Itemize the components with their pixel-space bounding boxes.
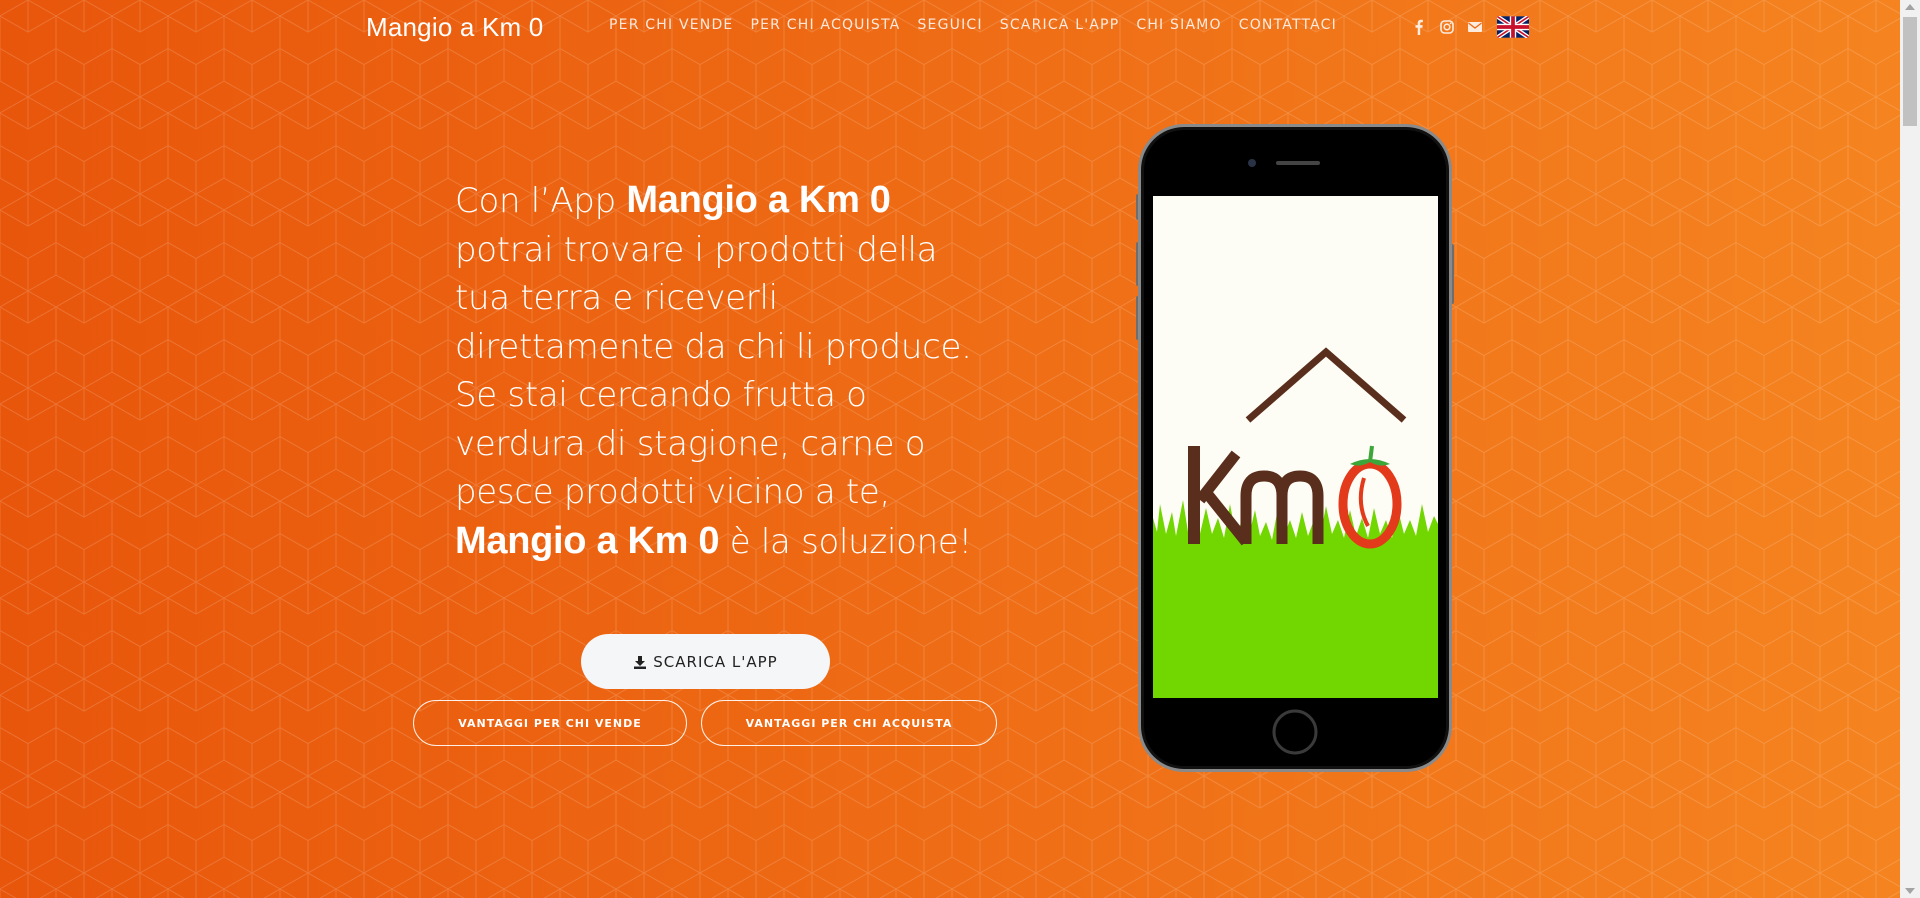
download-app-label: SCARICA L'APP <box>653 652 778 671</box>
scroll-down-arrow-icon[interactable] <box>1905 888 1915 894</box>
brand-link[interactable]: Mangio a Km 0 <box>366 12 543 43</box>
download-app-button[interactable]: SCARICA L'APP <box>581 634 830 689</box>
hero-description: Con l’App Mangio a Km 0 potrai trovare i… <box>455 176 975 566</box>
hero-intro: Con l’App <box>455 181 627 221</box>
page-scrollbar[interactable] <box>1900 0 1920 898</box>
social-icons <box>1411 16 1529 38</box>
page: Mangio a Km 0 PER CHI VENDE PER CHI ACQU… <box>0 0 1920 898</box>
instagram-icon[interactable] <box>1439 19 1455 35</box>
scroll-thumb[interactable] <box>1903 17 1917 126</box>
nav-link-per-chi-vende[interactable]: PER CHI VENDE <box>609 17 733 33</box>
hero-brand-2: Mangio a Km 0 <box>455 519 720 562</box>
nav-link-seguici[interactable]: SEGUICI <box>917 17 982 33</box>
uk-flag-icon[interactable] <box>1497 16 1529 38</box>
hero-brand-1: Mangio a Km 0 <box>626 179 891 221</box>
download-icon <box>634 655 647 669</box>
nav-link-per-chi-acquista[interactable]: PER CHI ACQUISTA <box>750 17 900 33</box>
sellers-benefits-button[interactable]: VANTAGGI PER CHI VENDE <box>413 700 687 746</box>
phone-mockup <box>1136 124 1454 772</box>
nav-links: PER CHI VENDE PER CHI ACQUISTA SEGUICI S… <box>609 17 1354 33</box>
nav-link-chi-siamo[interactable]: CHI SIAMO <box>1136 17 1221 33</box>
hero-middle: potrai trovare i prodotti della tua terr… <box>455 229 972 513</box>
facebook-icon[interactable] <box>1411 19 1427 35</box>
nav-link-contattaci[interactable]: CONTATTACI <box>1239 17 1337 33</box>
nav-link-scarica-app[interactable]: SCARICA L'APP <box>1000 17 1120 33</box>
scroll-up-arrow-icon[interactable] <box>1905 4 1915 10</box>
envelope-icon[interactable] <box>1467 19 1483 35</box>
navbar: Mangio a Km 0 PER CHI VENDE PER CHI ACQU… <box>0 0 1900 56</box>
hero-outro: è la soluzione! <box>719 521 972 562</box>
buyers-benefits-button[interactable]: VANTAGGI PER CHI ACQUISTA <box>701 700 997 746</box>
